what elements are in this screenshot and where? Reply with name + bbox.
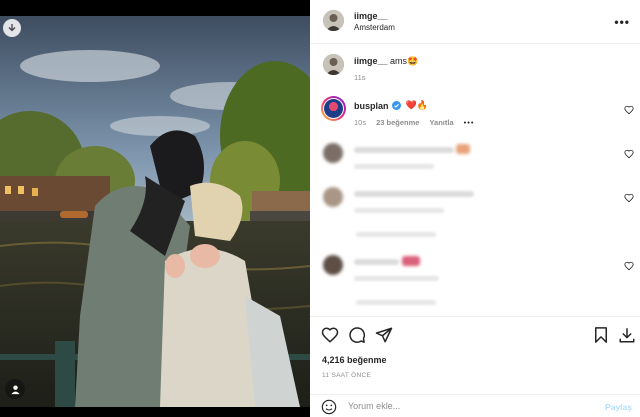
user-tag-icon xyxy=(10,384,20,394)
comment-likes[interactable]: 23 beğenme xyxy=(376,118,419,127)
author-avatar[interactable] xyxy=(323,10,344,31)
more-icon: ••• xyxy=(614,15,630,29)
comment-like-icon[interactable] xyxy=(624,193,634,203)
blurred-emoji xyxy=(456,144,470,154)
author-username[interactable]: iimge__ xyxy=(354,11,388,21)
blurred-meta xyxy=(354,208,444,213)
post-details-panel: iimge__ Amsterdam ••• iimge__ ams🤩 11s b… xyxy=(310,0,640,417)
comment-like-icon[interactable] xyxy=(624,105,634,115)
post-comment-button[interactable]: Paylaş xyxy=(605,402,632,412)
comment-meta: 10s 23 beğenme Yanıtla ••• xyxy=(354,118,475,127)
commenter-avatar xyxy=(324,99,343,118)
post-viewer: iimge__ Amsterdam ••• iimge__ ams🤩 11s b… xyxy=(0,0,640,417)
comment-input[interactable] xyxy=(348,401,568,411)
post-time-ago[interactable]: 11 SAAT ÖNCE xyxy=(322,372,371,379)
blurred-replies xyxy=(356,300,436,305)
photo-image xyxy=(0,16,310,407)
caption-time[interactable]: 11s xyxy=(354,73,366,82)
comment-line: busplan ❤️🔥 xyxy=(354,100,428,111)
post-actions: 4,216 beğenme 11 SAAT ÖNCE xyxy=(310,316,640,386)
commenter-username[interactable]: busplan xyxy=(354,101,389,111)
blurred-text xyxy=(354,191,474,197)
reply-button[interactable]: Yanıtla xyxy=(429,118,453,127)
post-header: iimge__ Amsterdam ••• xyxy=(310,0,640,44)
avatar-image xyxy=(323,54,344,75)
blurred-text xyxy=(354,147,454,153)
add-comment-bar: Paylaş xyxy=(310,394,640,417)
user-tag-button[interactable] xyxy=(5,379,25,399)
heart-icon[interactable] xyxy=(321,326,339,344)
download-icon xyxy=(8,24,16,32)
blurred-meta xyxy=(354,164,434,169)
bookmark-icon[interactable] xyxy=(592,326,610,344)
comment-more-button[interactable]: ••• xyxy=(464,118,475,127)
blurred-avatar xyxy=(323,255,343,275)
blurred-avatar xyxy=(323,143,343,163)
story-ring[interactable] xyxy=(321,96,346,121)
post-location[interactable]: Amsterdam xyxy=(354,23,395,32)
caption-text: ams🤩 xyxy=(390,56,419,66)
blurred-meta xyxy=(354,276,439,281)
blurred-emoji xyxy=(402,256,420,266)
verified-icon xyxy=(391,101,401,110)
comment-time[interactable]: 10s xyxy=(354,118,366,127)
download-post-icon[interactable] xyxy=(618,326,636,344)
likes-count[interactable]: 4,216 beğenme xyxy=(322,355,387,365)
more-options-button[interactable]: ••• xyxy=(614,15,630,29)
avatar-image xyxy=(323,10,344,31)
comment-like-icon[interactable] xyxy=(624,149,634,159)
share-icon[interactable] xyxy=(375,326,393,344)
emoji-icon[interactable] xyxy=(321,399,337,415)
caption-avatar[interactable] xyxy=(323,54,344,75)
download-button[interactable] xyxy=(3,19,21,37)
caption-username[interactable]: iimge__ xyxy=(354,56,388,66)
blurred-replies xyxy=(356,232,436,237)
caption-line: iimge__ ams🤩 xyxy=(354,56,418,67)
post-photo[interactable] xyxy=(0,16,310,407)
comment-text: ❤️🔥 xyxy=(405,100,428,110)
blurred-text xyxy=(354,259,399,265)
comment-like-icon[interactable] xyxy=(624,261,634,271)
blurred-avatar xyxy=(323,187,343,207)
comment-icon[interactable] xyxy=(348,326,366,344)
